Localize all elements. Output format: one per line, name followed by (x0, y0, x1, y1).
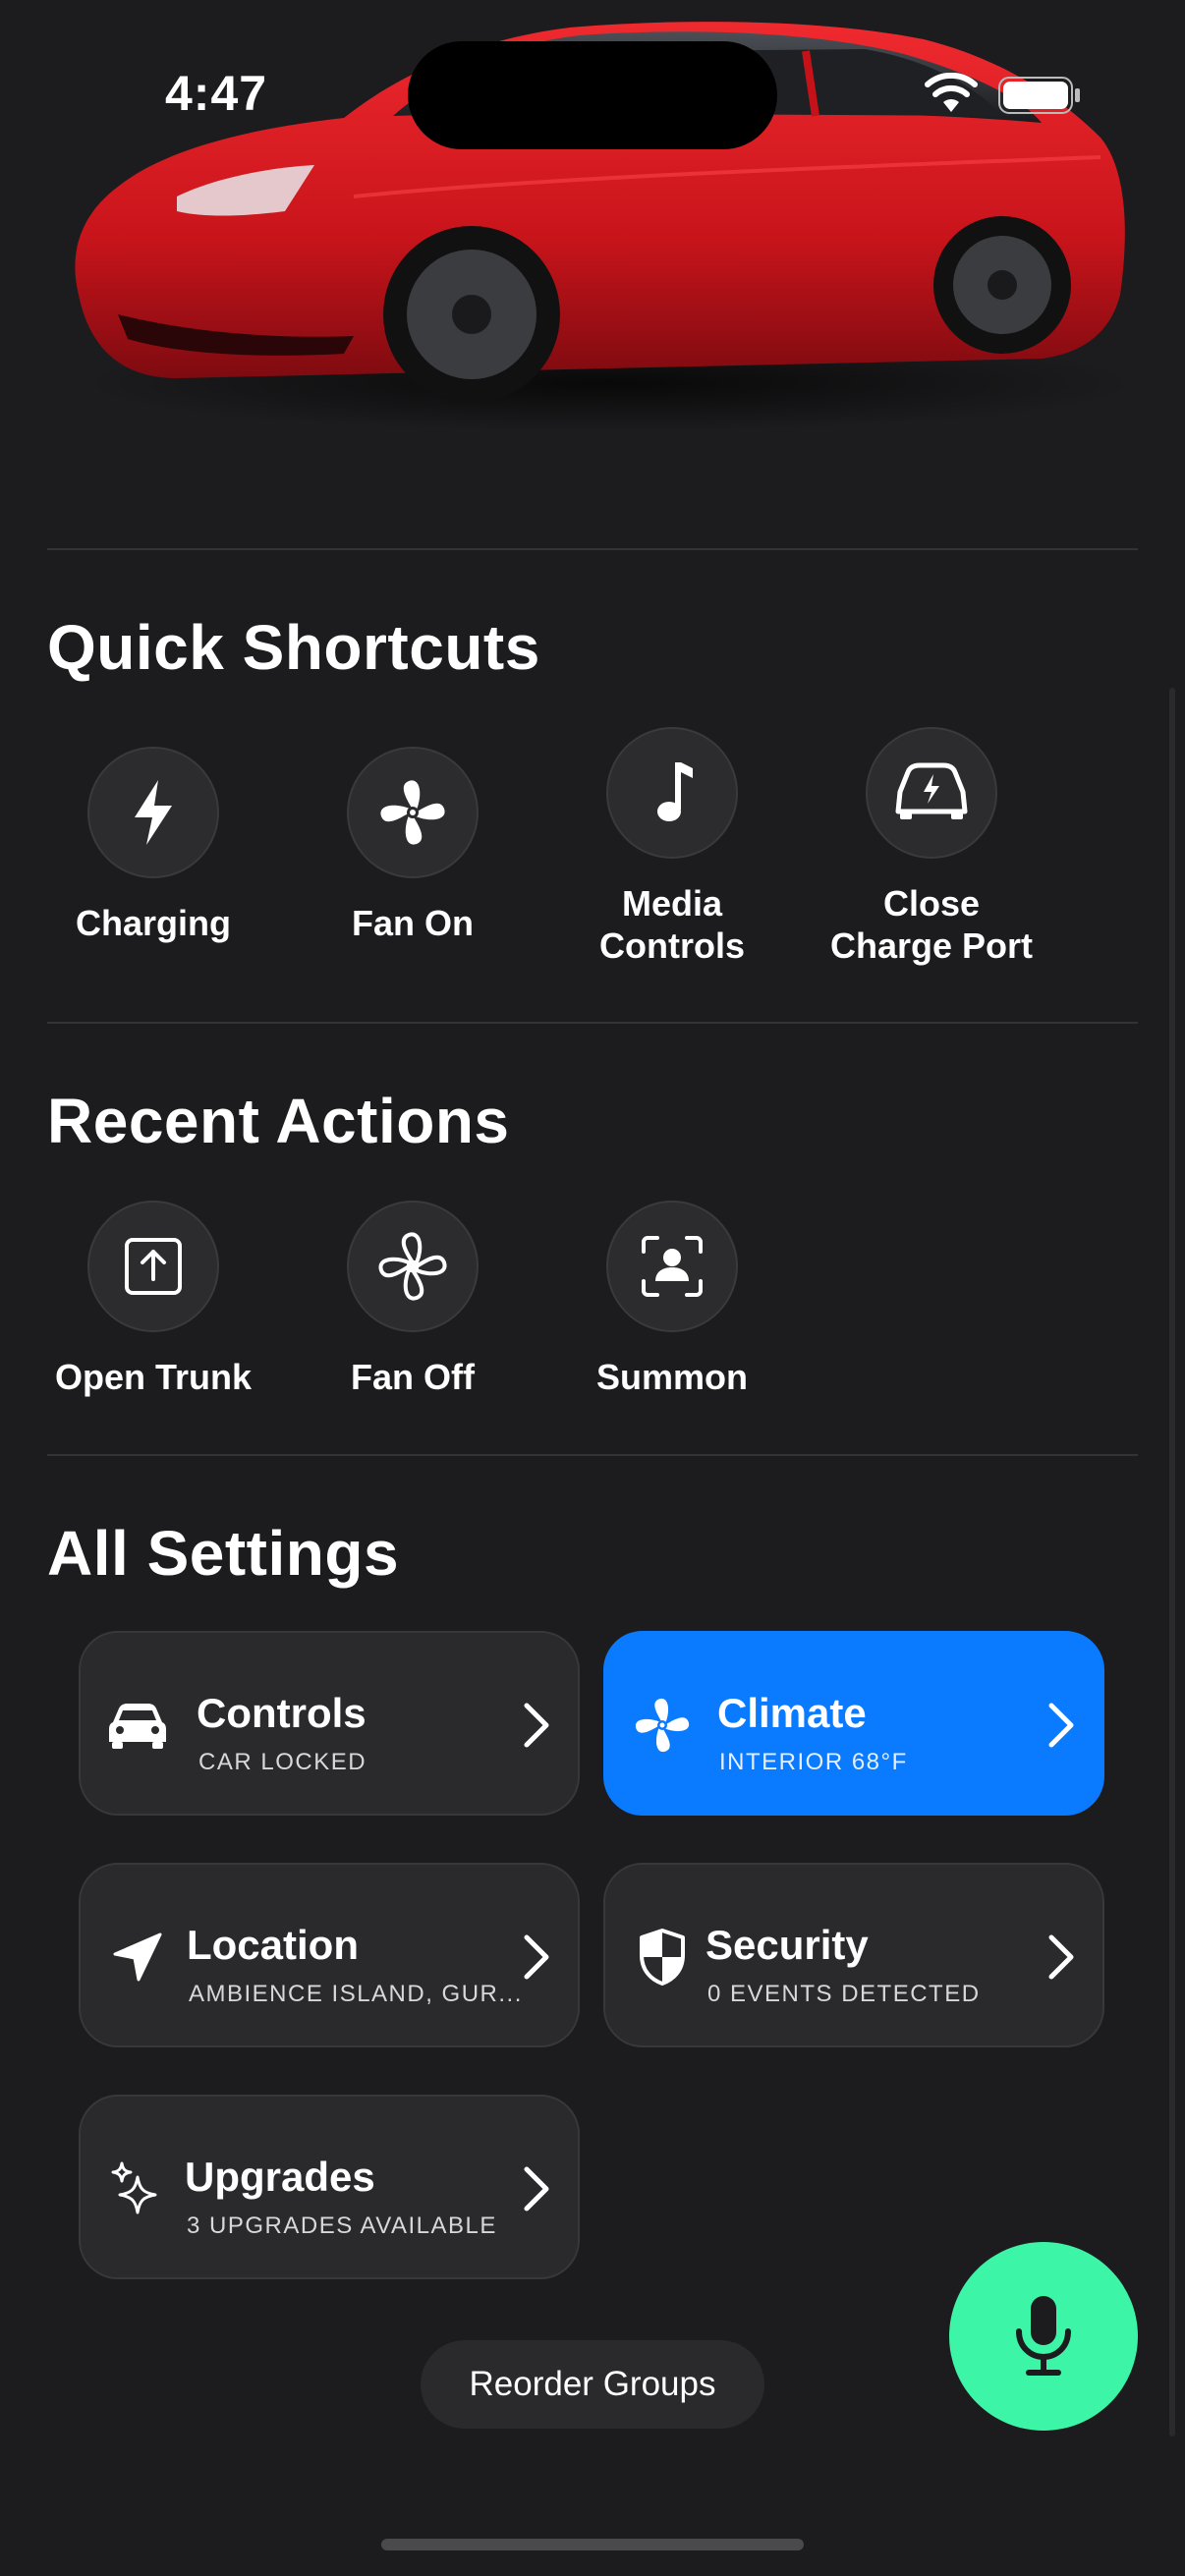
shortcut-label: Media Controls (599, 883, 745, 966)
shortcut-charging-circle[interactable] (87, 747, 219, 878)
recent-fan-off[interactable]: Fan Off (283, 1201, 542, 1398)
card-title: Controls (197, 1690, 367, 1736)
voice-command-button[interactable] (949, 2242, 1138, 2431)
recent-label: Fan Off (351, 1357, 475, 1397)
card-title: Climate (717, 1690, 867, 1736)
recent-fan-off-circle[interactable] (347, 1201, 479, 1332)
app-screen: 4:47 Quick Shortcuts Charging Fan On Med… (0, 0, 1185, 2576)
card-subtitle: INTERIOR 68°F (719, 1749, 908, 1775)
divider (47, 1454, 1138, 1456)
shortcut-media-circle[interactable] (606, 727, 738, 859)
summon-icon (642, 1236, 703, 1297)
status-time: 4:47 (165, 66, 268, 121)
chevron-right-icon (524, 1934, 549, 1980)
lightning-bolt-icon (135, 780, 172, 845)
sparkles-icon (106, 2159, 169, 2218)
chevron-right-icon (1048, 1703, 1074, 1748)
battery-icon (998, 77, 1080, 114)
recent-summon[interactable]: Summon (542, 1201, 802, 1398)
scroll-indicator[interactable] (1169, 688, 1175, 2436)
home-indicator[interactable] (381, 2539, 804, 2550)
recent-summon-circle[interactable] (606, 1201, 738, 1332)
shortcut-media-controls[interactable]: Media Controls (542, 727, 802, 967)
divider (47, 1022, 1138, 1024)
car-icon (106, 1696, 169, 1755)
reorder-groups-button[interactable]: Reorder Groups (421, 2340, 764, 2429)
shortcut-charge-port-circle[interactable] (866, 727, 997, 859)
recent-open-trunk[interactable]: Open Trunk (24, 1201, 283, 1398)
location-arrow-icon (106, 1928, 169, 1987)
card-title: Security (705, 1922, 869, 1968)
settings-card-controls[interactable]: Controls CAR LOCKED (79, 1631, 580, 1816)
recent-label: Open Trunk (54, 1357, 253, 1397)
shield-icon (631, 1928, 694, 1987)
chevron-right-icon (524, 1703, 549, 1748)
settings-card-location[interactable]: Location AMBIENCE ISLAND, GUR... (79, 1863, 580, 2047)
shortcut-fan-on-circle[interactable] (347, 747, 479, 878)
trunk-open-icon (125, 1238, 182, 1295)
wifi-icon (925, 73, 978, 112)
chevron-right-icon (1048, 1934, 1074, 1980)
card-subtitle: AMBIENCE ISLAND, GUR... (189, 1981, 523, 2007)
shortcut-fan-on[interactable]: Fan On (283, 747, 542, 944)
all-settings-title: All Settings (47, 1518, 400, 1589)
shortcut-label: Fan On (352, 903, 474, 943)
chevron-right-icon (524, 2166, 549, 2212)
recent-open-trunk-circle[interactable] (87, 1201, 219, 1332)
shortcut-close-charge-port[interactable]: Close Charge Port (802, 727, 1061, 967)
fan-filled-icon (380, 780, 445, 845)
music-note-icon (657, 762, 693, 821)
shortcut-label: Close Charge Port (829, 883, 1034, 966)
settings-card-security[interactable]: Security 0 EVENTS DETECTED (603, 1863, 1104, 2047)
recent-label: Summon (595, 1357, 748, 1397)
card-subtitle: 0 EVENTS DETECTED (707, 1981, 981, 2007)
recent-actions-title: Recent Actions (47, 1086, 510, 1156)
shortcut-charging[interactable]: Charging (24, 747, 283, 944)
car-charge-icon (895, 762, 968, 819)
card-title: Upgrades (185, 2154, 375, 2200)
card-subtitle: CAR LOCKED (198, 1749, 367, 1775)
card-subtitle: 3 UPGRADES AVAILABLE (187, 2212, 497, 2239)
quick-shortcuts-title: Quick Shortcuts (47, 612, 540, 683)
fan-outline-icon (378, 1232, 447, 1301)
fan-icon (631, 1696, 694, 1755)
card-title: Location (187, 1922, 359, 1968)
settings-card-climate[interactable]: Climate INTERIOR 68°F (603, 1631, 1104, 1816)
divider (47, 548, 1138, 550)
dynamic-island (408, 41, 777, 149)
microphone-icon (1016, 2296, 1071, 2376)
settings-card-upgrades[interactable]: Upgrades 3 UPGRADES AVAILABLE (79, 2095, 580, 2279)
shortcut-label: Charging (76, 903, 231, 943)
